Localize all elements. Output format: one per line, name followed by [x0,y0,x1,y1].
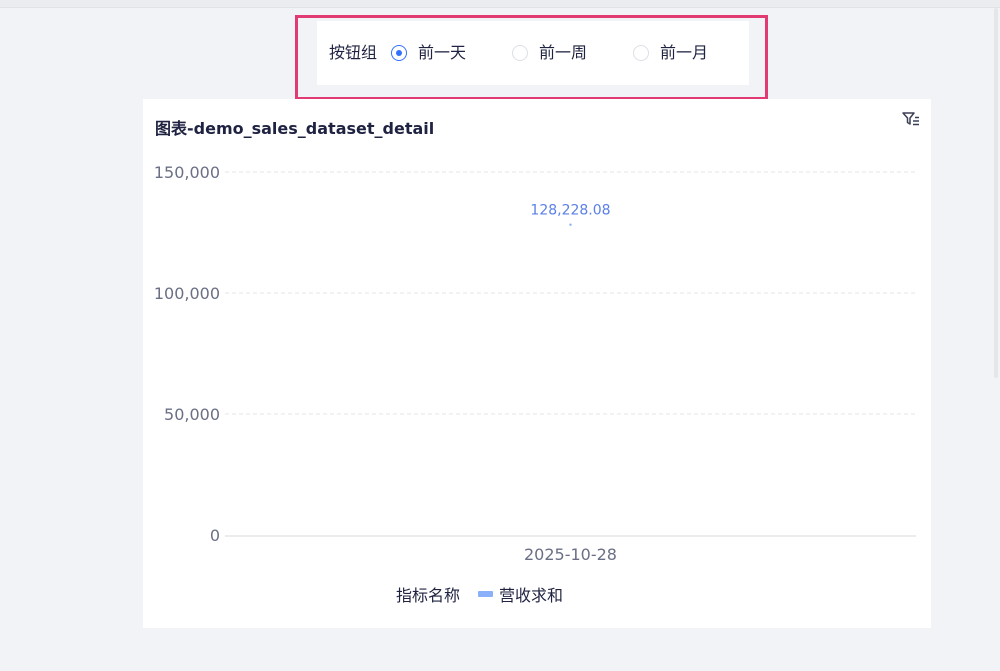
radio-checked-icon[interactable] [391,45,407,61]
legend-title: 指标名称 [396,586,461,605]
radio-unchecked-icon[interactable] [512,45,528,61]
radio-option-label: 前一周 [539,43,588,62]
chart-card: 图表-demo_sales_dataset_detail 0 50,000 100,… [143,99,931,628]
radio-group-label: 按钮组 [329,43,378,62]
y-tick-label: 100,000 [154,284,220,303]
y-tick-label: 0 [210,526,220,545]
legend-swatch[interactable] [478,591,494,597]
radio-option-prev-week[interactable]: 前一周 [512,41,587,65]
radio-option-prev-day[interactable]: 前一天 [391,41,466,65]
radio-button-group: 按钮组 前一天 前一周 前一月 [317,21,749,85]
radio-option-label: 前一天 [418,43,467,62]
scrollbar[interactable] [994,8,998,378]
x-tick-label: 2025-10-28 [524,545,617,564]
y-tick-label: 150,000 [154,163,220,182]
radio-unchecked-icon[interactable] [633,45,649,61]
legend-entry[interactable]: 营收求和 [499,582,563,606]
radio-option-prev-month[interactable]: 前一月 [633,41,708,65]
chart-plot: 0 50,000 100,000 150,000 2025-10-28 128,228.0… [154,163,916,564]
radio-option-label: 前一月 [660,43,709,62]
y-tick-label: 50,000 [164,405,220,424]
legend: 指标名称 营收求和 [396,582,563,606]
data-label: 128,228.08 [530,203,610,219]
top-bar [0,0,1000,8]
data-point [569,223,572,226]
